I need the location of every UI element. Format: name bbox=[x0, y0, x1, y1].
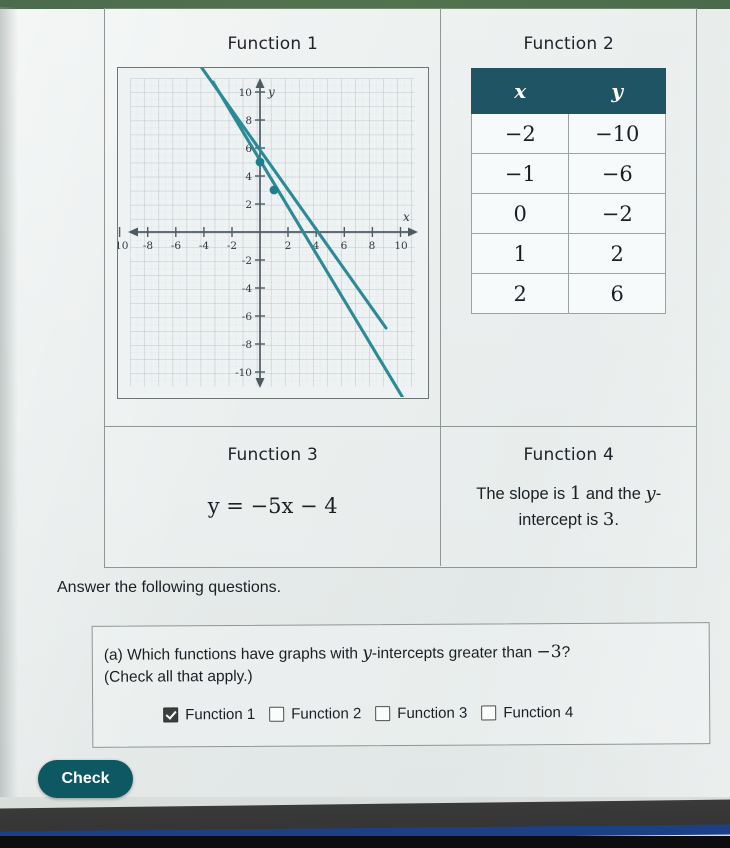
column-header-x: x bbox=[471, 68, 570, 114]
checkbox-row: Function 1 Function 2 Function 3 Functio… bbox=[163, 703, 709, 723]
checkbox-empty-icon[interactable] bbox=[481, 705, 497, 721]
svg-text:2: 2 bbox=[245, 199, 252, 211]
svg-text:4: 4 bbox=[245, 171, 252, 183]
cell-y: −2 bbox=[568, 193, 667, 234]
svg-text:10: 10 bbox=[394, 240, 407, 252]
cell-x: 0 bbox=[471, 193, 570, 234]
function-4-cell: Function 4 The slope is 1 and the y-inte… bbox=[441, 427, 696, 566]
checkbox-label[interactable]: Function 4 bbox=[503, 704, 573, 721]
question-threshold-value: −3 bbox=[536, 642, 562, 663]
cell-x: −2 bbox=[471, 113, 570, 154]
svg-text:8: 8 bbox=[368, 240, 375, 252]
function-4-title: Function 4 bbox=[523, 445, 614, 465]
svg-text:-6: -6 bbox=[171, 240, 182, 252]
function-1-title: Function 1 bbox=[227, 34, 318, 54]
function-2-cell: Function 2 x y −2 −10 −1 −6 0 −2 1 2 2 6 bbox=[441, 8, 696, 426]
function-3-cell: Function 3 y = −5x − 4 bbox=[105, 427, 442, 566]
svg-text:-10: -10 bbox=[118, 240, 128, 252]
fn4-text-1: The slope is bbox=[476, 485, 566, 503]
cell-y: 2 bbox=[568, 233, 667, 274]
checkbox-checked-icon[interactable] bbox=[163, 707, 179, 723]
svg-text:8: 8 bbox=[245, 115, 252, 127]
table-row: 1 2 bbox=[471, 233, 667, 274]
cell-y: 6 bbox=[568, 273, 667, 314]
cell-x: 1 bbox=[471, 233, 570, 274]
checkbox-empty-icon[interactable] bbox=[375, 706, 391, 722]
question-text-part2: -intercepts greater than bbox=[371, 644, 533, 663]
cell-x: 2 bbox=[471, 273, 570, 314]
graph-svg: -10 -8 -6 -4 -2 2 4 6 8 10 bbox=[117, 68, 427, 397]
cell-y: −6 bbox=[568, 153, 667, 194]
checkbox-empty-icon[interactable] bbox=[269, 706, 285, 722]
question-axis-letter: y bbox=[362, 643, 372, 664]
checkbox-label[interactable]: Function 1 bbox=[185, 706, 255, 723]
function-2-title: Function 2 bbox=[523, 34, 614, 54]
cell-y: −10 bbox=[568, 113, 667, 154]
checkbox-label[interactable]: Function 3 bbox=[397, 705, 467, 722]
graph-point-0-5 bbox=[255, 157, 265, 167]
question-label: (a) bbox=[103, 646, 123, 664]
function-4-statement: The slope is 1 and the y-intercept is 3. bbox=[461, 481, 676, 533]
svg-text:2: 2 bbox=[284, 240, 291, 252]
function-1-graph: -10 -8 -6 -4 -2 2 4 6 8 10 bbox=[116, 67, 429, 399]
fn4-text-end: . bbox=[614, 511, 619, 530]
svg-text:-8: -8 bbox=[241, 339, 251, 351]
fn4-intercept-value: 3 bbox=[602, 509, 615, 531]
fn4-intercept-axis: y bbox=[645, 483, 656, 504]
svg-text:-10: -10 bbox=[235, 367, 252, 379]
answer-prompt: Answer the following questions. bbox=[57, 579, 282, 596]
checkbox-option-function-1[interactable]: Function 1 bbox=[163, 706, 255, 724]
checkbox-option-function-3[interactable]: Function 3 bbox=[375, 705, 467, 723]
column-header-y: y bbox=[568, 68, 667, 114]
svg-text:-4: -4 bbox=[199, 240, 210, 252]
functions-row-top: Function 1 0 -8 -6 -4 -2 2 4 6 8 10 10 8… bbox=[105, 8, 696, 426]
table-row: −1 −6 bbox=[471, 153, 667, 194]
functions-row-bottom: Function 3 y = −5x − 4 Function 4 The sl… bbox=[105, 426, 696, 566]
question-instruction: (Check all that apply.) bbox=[103, 668, 253, 686]
bottom-black-band bbox=[0, 836, 730, 848]
function-3-title: Function 3 bbox=[227, 445, 318, 465]
functions-grid: Function 1 0 -8 -6 -4 -2 2 4 6 8 10 10 8… bbox=[104, 8, 697, 568]
graph-frame: -10 -8 -6 -4 -2 2 4 6 8 10 bbox=[116, 67, 429, 399]
question-qmark: ? bbox=[561, 643, 571, 662]
svg-text:y: y bbox=[267, 85, 275, 99]
table-header-row: x y bbox=[471, 68, 667, 114]
checkbox-option-function-2[interactable]: Function 2 bbox=[269, 705, 361, 723]
svg-text:-6: -6 bbox=[241, 311, 252, 323]
svg-text:-2: -2 bbox=[227, 240, 237, 252]
svg-text:-2: -2 bbox=[241, 255, 251, 267]
function-1-cell: Function 1 0 -8 -6 -4 -2 2 4 6 8 10 10 8… bbox=[105, 8, 442, 426]
function-3-equation: y = −5x − 4 bbox=[207, 494, 338, 518]
svg-text:6: 6 bbox=[340, 240, 347, 252]
svg-text:-4: -4 bbox=[241, 283, 252, 295]
graph-point-1-3 bbox=[269, 185, 279, 195]
page-left-shadow bbox=[0, 7, 18, 797]
table-row: 2 6 bbox=[471, 273, 667, 314]
checkbox-option-function-4[interactable]: Function 4 bbox=[481, 704, 573, 722]
function-2-table: x y −2 −10 −1 −6 0 −2 1 2 2 6 bbox=[471, 68, 667, 314]
checkbox-label[interactable]: Function 2 bbox=[291, 705, 361, 722]
svg-text:-8: -8 bbox=[143, 240, 153, 252]
table-row: 0 −2 bbox=[471, 193, 667, 234]
question-box: (a) Which functions have graphs with y-i… bbox=[91, 622, 711, 748]
svg-text:x: x bbox=[403, 210, 410, 224]
fn4-text-2: and the bbox=[585, 485, 641, 503]
cell-x: −1 bbox=[471, 153, 570, 194]
screenshot-root: Function 1 0 -8 -6 -4 -2 2 4 6 8 10 10 8… bbox=[0, 0, 730, 848]
question-text: (a) Which functions have graphs with y-i… bbox=[104, 639, 696, 689]
svg-text:10: 10 bbox=[238, 87, 251, 99]
table-row: −2 −10 bbox=[471, 113, 667, 154]
fn4-slope-value: 1 bbox=[569, 483, 582, 504]
check-button[interactable]: Check bbox=[38, 760, 133, 798]
question-text-part1: Which functions have graphs with bbox=[127, 645, 359, 664]
